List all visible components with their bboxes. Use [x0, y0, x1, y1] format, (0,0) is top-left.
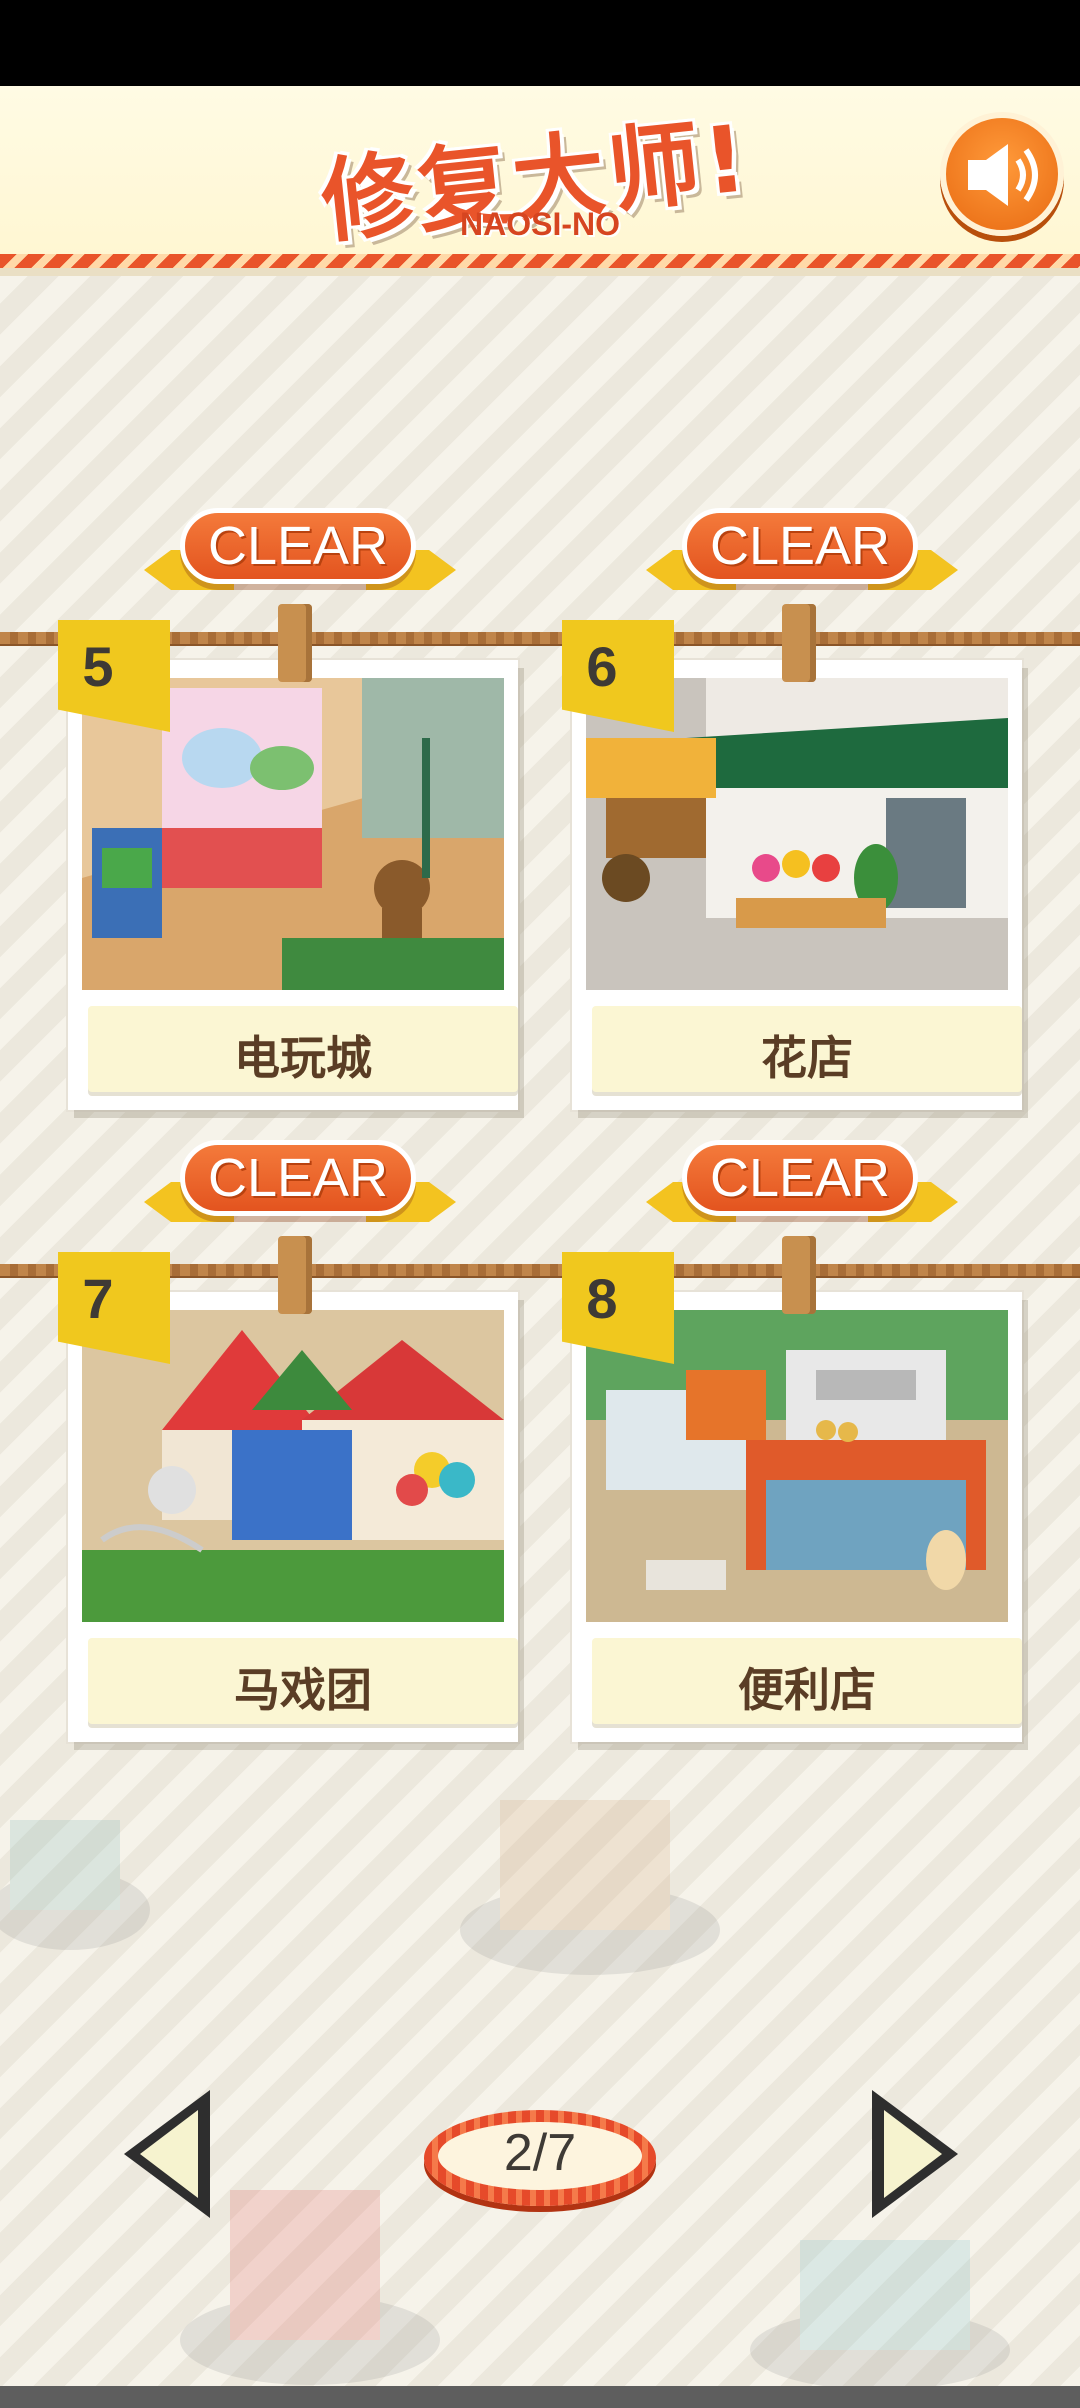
app-header: 修复大师! NAOSI-NO	[0, 86, 1080, 276]
level-name: 电玩城	[234, 1031, 372, 1085]
clear-pill: CLEAR	[682, 1140, 918, 1216]
level-card-flower-shop[interactable]: 花店 6	[562, 620, 1022, 1110]
background-building-decor	[0, 1780, 160, 1960]
level-card-convenience-store[interactable]: 便利店 8	[562, 1252, 1022, 1742]
status-bar	[0, 0, 1080, 86]
clear-text: CLEAR	[207, 516, 389, 576]
page-label: 2/7	[503, 2124, 577, 2182]
level-number: 6	[586, 635, 618, 698]
speaker-icon	[968, 144, 1038, 206]
background-building-decor	[740, 2200, 1020, 2390]
clear-pill: CLEAR	[180, 1140, 416, 1216]
header-divider	[0, 268, 1080, 276]
clothespin	[782, 604, 816, 682]
navigation-bar	[0, 2386, 1080, 2408]
clear-text: CLEAR	[709, 516, 891, 576]
clear-badge: CLEAR	[642, 508, 962, 608]
clear-badge: CLEAR	[642, 1140, 962, 1240]
triangle-left-icon	[124, 2090, 210, 2218]
clothespin	[278, 1236, 312, 1314]
level-name-band: 花店	[592, 1006, 1022, 1092]
clothespin	[782, 1236, 816, 1314]
clear-text: CLEAR	[207, 1148, 389, 1208]
clothespin	[278, 604, 312, 682]
triangle-right-icon	[872, 2090, 958, 2218]
level-name-band: 便利店	[592, 1638, 1022, 1724]
header-stripe	[0, 254, 1080, 268]
level-name-band: 电玩城	[88, 1006, 518, 1092]
sound-toggle-button[interactable]	[940, 112, 1064, 236]
level-number-flag: 7	[58, 1252, 170, 1364]
next-page-button[interactable]	[866, 2084, 964, 2224]
level-name: 便利店	[738, 1663, 876, 1717]
previous-page-button[interactable]	[118, 2084, 216, 2224]
clear-text: CLEAR	[709, 1148, 891, 1208]
level-number-flag: 6	[562, 620, 674, 732]
level-name: 花店	[761, 1031, 853, 1085]
level-name: 马戏团	[234, 1663, 372, 1717]
page-indicator-inner: 2/7	[438, 2122, 642, 2190]
level-card-circus[interactable]: 马戏团 7	[58, 1252, 518, 1742]
level-number: 7	[82, 1267, 114, 1330]
level-number: 5	[82, 635, 114, 698]
clear-badge: CLEAR	[140, 508, 460, 608]
clear-badge: CLEAR	[140, 1140, 460, 1240]
level-number-flag: 5	[58, 620, 170, 732]
game-subtitle: NAOSI-NO	[460, 206, 620, 242]
clear-pill: CLEAR	[180, 508, 416, 584]
page-indicator: 2/7	[424, 2110, 656, 2206]
level-number: 8	[586, 1267, 618, 1330]
level-name-band: 马戏团	[88, 1638, 518, 1724]
level-card-arcade[interactable]: 电玩城 5	[58, 620, 518, 1110]
clear-pill: CLEAR	[682, 508, 918, 584]
level-number-flag: 8	[562, 1252, 674, 1364]
background-building-decor	[450, 1760, 730, 1980]
